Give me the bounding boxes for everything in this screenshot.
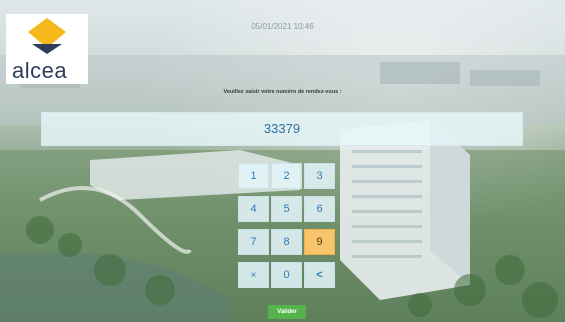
key-6[interactable]: 6: [304, 196, 335, 222]
kiosk-screen: alcea 05/01/2021 10:46 Veuillez saisir v…: [0, 0, 565, 322]
date-time: 05/01/2021 10:46: [251, 22, 314, 31]
key-8[interactable]: 8: [271, 229, 302, 255]
appointment-number-field[interactable]: 33379: [41, 112, 523, 146]
key-9[interactable]: 9: [304, 229, 335, 255]
key-0[interactable]: 0: [271, 262, 302, 288]
submit-button[interactable]: Valider: [268, 305, 306, 319]
key-1[interactable]: 1: [238, 163, 269, 189]
key-4[interactable]: 4: [238, 196, 269, 222]
backspace-key[interactable]: <: [304, 262, 335, 288]
key-5[interactable]: 5: [271, 196, 302, 222]
key-2[interactable]: 2: [271, 163, 302, 189]
key-3[interactable]: 3: [304, 163, 335, 189]
instruction-text: Veuillez saisir votre numéro de rendez-v…: [223, 89, 342, 95]
clear-key[interactable]: ×: [238, 262, 269, 288]
key-7[interactable]: 7: [238, 229, 269, 255]
brand-name: alcea: [12, 58, 68, 83]
